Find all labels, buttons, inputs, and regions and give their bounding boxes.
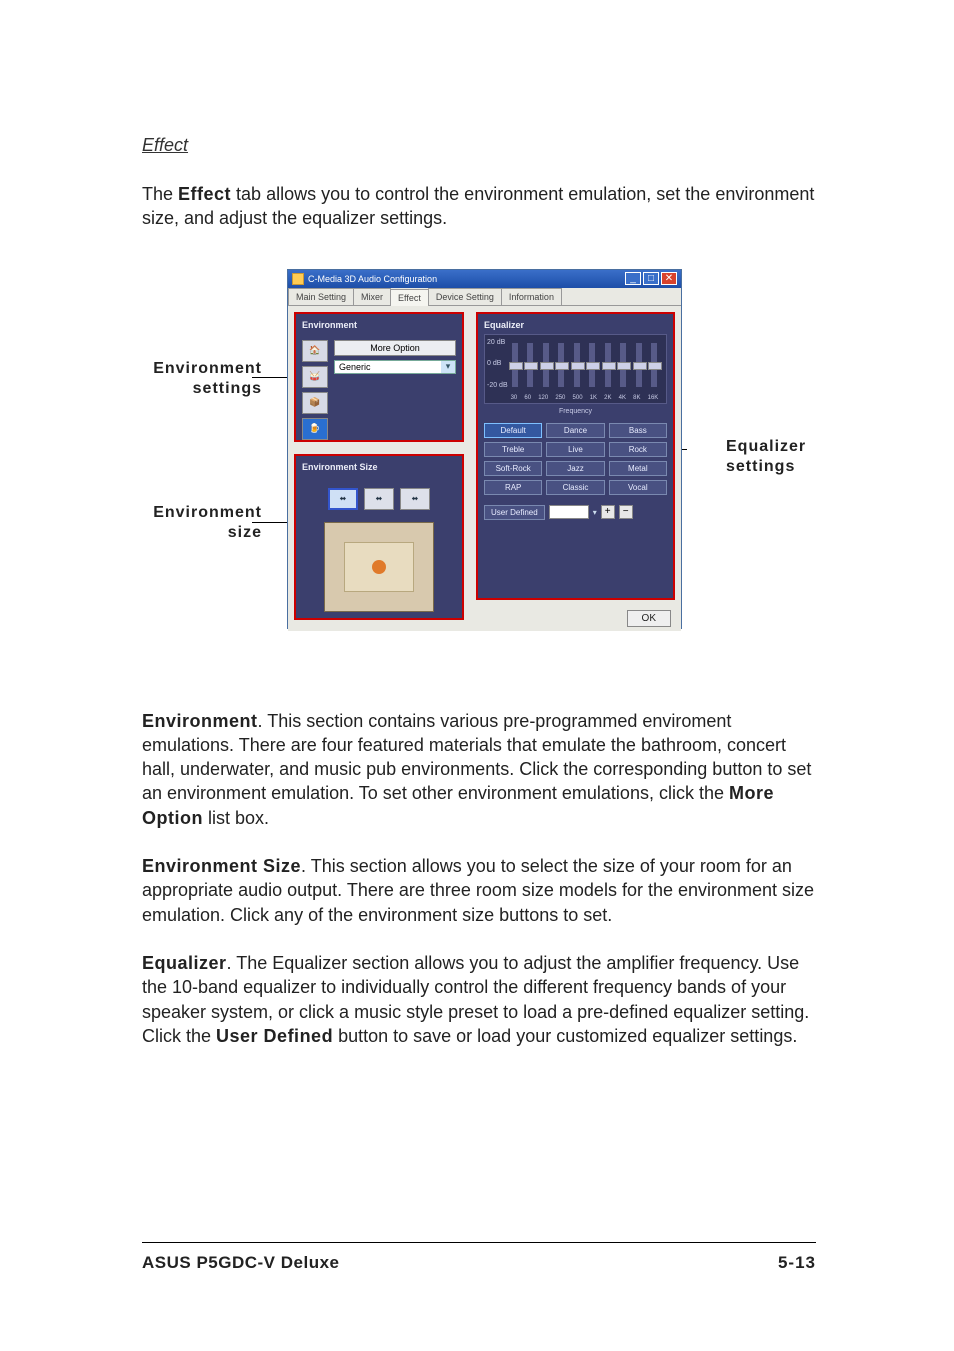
- environment-size-panel: Environment Size ⬌ ⬌ ⬌: [294, 454, 464, 620]
- environment-dropdown[interactable]: Generic ▾: [334, 360, 456, 374]
- preset-classic[interactable]: Classic: [546, 480, 604, 495]
- intro-suffix: tab allows you to control the environmen…: [142, 184, 814, 228]
- para-env-bold: Environment: [142, 711, 258, 731]
- eq-band-slider[interactable]: [558, 343, 564, 387]
- dropdown-value: Generic: [335, 361, 441, 373]
- env-size-small[interactable]: ⬌: [328, 488, 358, 510]
- minimize-button[interactable]: _: [625, 272, 641, 285]
- para-envsize-bold: Environment Size: [142, 856, 301, 876]
- maximize-button[interactable]: □: [643, 272, 659, 285]
- callout-env-size: Environmentsize: [142, 503, 262, 543]
- eq-band-slider[interactable]: [527, 343, 533, 387]
- equalizer-label: Equalizer: [484, 320, 667, 330]
- callout-eq-settings: Equalizersettings: [726, 437, 826, 477]
- para-env-text2: list box.: [203, 808, 269, 828]
- tab-information[interactable]: Information: [501, 288, 562, 305]
- preset-vocal[interactable]: Vocal: [609, 480, 667, 495]
- tab-main-setting[interactable]: Main Setting: [288, 288, 354, 305]
- leader-line: [252, 377, 292, 378]
- env-size-large[interactable]: ⬌: [400, 488, 430, 510]
- preset-treble[interactable]: Treble: [484, 442, 542, 457]
- chair-icon: [372, 560, 386, 574]
- window-title: C-Media 3D Audio Configuration: [308, 274, 437, 284]
- preset-bass[interactable]: Bass: [609, 423, 667, 438]
- room-preview: [324, 522, 434, 612]
- env-preset-bathroom[interactable]: 🏠: [302, 340, 328, 362]
- paragraph-equalizer: Equalizer. The Equalizer section allows …: [142, 951, 816, 1048]
- eq-band-slider[interactable]: [512, 343, 518, 387]
- eq-band-slider[interactable]: [651, 343, 657, 387]
- section-heading: Effect: [142, 135, 816, 156]
- eq-band-slider[interactable]: [543, 343, 549, 387]
- tab-effect[interactable]: Effect: [390, 289, 429, 306]
- tab-device-setting[interactable]: Device Setting: [428, 288, 502, 305]
- ok-button[interactable]: OK: [627, 610, 671, 627]
- eq-band-slider[interactable]: [589, 343, 595, 387]
- chevron-down-icon: ▾: [593, 508, 597, 517]
- preset-default[interactable]: Default: [484, 423, 542, 438]
- intro-prefix: The: [142, 184, 178, 204]
- preset-dance[interactable]: Dance: [546, 423, 604, 438]
- preset-rock[interactable]: Rock: [609, 442, 667, 457]
- leader-line: [252, 522, 292, 523]
- footer-page-number: 5-13: [778, 1253, 816, 1273]
- titlebar: C-Media 3D Audio Configuration _ □ ✕: [288, 270, 681, 288]
- eq-band-label: 250: [555, 395, 565, 401]
- preset-jazz[interactable]: Jazz: [546, 461, 604, 476]
- env-size-medium[interactable]: ⬌: [364, 488, 394, 510]
- user-defined-button[interactable]: User Defined: [484, 505, 545, 520]
- eq-band-label: 500: [573, 395, 583, 401]
- eq-y-20db: 20 dB: [487, 339, 508, 346]
- footer-product: ASUS P5GDC-V Deluxe: [142, 1253, 340, 1273]
- callout-env-settings: Environmentsettings: [142, 359, 262, 399]
- tab-mixer[interactable]: Mixer: [353, 288, 391, 305]
- eq-band-label: 4K: [619, 395, 626, 401]
- eq-band-label: 8K: [633, 395, 640, 401]
- eq-band-label: 2K: [604, 395, 611, 401]
- app-icon: [292, 273, 304, 285]
- equalizer-panel: Equalizer 20 dB 0 dB -20 dB: [476, 312, 675, 600]
- preset-soft-rock[interactable]: Soft-Rock: [484, 461, 542, 476]
- app-window: C-Media 3D Audio Configuration _ □ ✕ Mai…: [287, 269, 682, 629]
- eq-band-slider[interactable]: [574, 343, 580, 387]
- eq-y-0db: 0 dB: [487, 360, 508, 367]
- eq-xaxis-label: Frequency: [484, 408, 667, 415]
- eq-band-label: 120: [538, 395, 548, 401]
- eq-band-slider[interactable]: [636, 343, 642, 387]
- environment-label: Environment: [302, 320, 456, 330]
- more-option-button[interactable]: More Option: [334, 340, 456, 356]
- paragraph-env-size: Environment Size. This section allows yo…: [142, 854, 816, 927]
- page-footer: ASUS P5GDC-V Deluxe 5-13: [142, 1242, 816, 1273]
- preset-metal[interactable]: Metal: [609, 461, 667, 476]
- tab-strip: Main Setting Mixer Effect Device Setting…: [288, 288, 681, 306]
- intro-paragraph: The Effect tab allows you to control the…: [142, 182, 816, 231]
- env-size-label: Environment Size: [302, 462, 456, 472]
- para-eq-text2: button to save or load your customized e…: [333, 1026, 797, 1046]
- env-preset-pub[interactable]: 🍺: [302, 418, 328, 440]
- close-button[interactable]: ✕: [661, 272, 677, 285]
- preset-grid: Default Dance Bass Treble Live Rock Soft…: [484, 423, 667, 495]
- para-eq-bold2: User Defined: [216, 1026, 333, 1046]
- eq-band-slider[interactable]: [605, 343, 611, 387]
- eq-band-label: 60: [524, 395, 531, 401]
- eq-band-label: 30: [511, 395, 518, 401]
- add-preset-button[interactable]: +: [601, 505, 615, 519]
- intro-bold: Effect: [178, 184, 231, 204]
- env-preset-concert[interactable]: 🥁: [302, 366, 328, 388]
- paragraph-environment: Environment. This section contains vario…: [142, 709, 816, 830]
- eq-band-slider[interactable]: [620, 343, 626, 387]
- environment-panel: Environment 🏠 🥁 📦 🍺 More Option: [294, 312, 464, 442]
- eq-band-label: 1K: [590, 395, 597, 401]
- env-preset-underwater[interactable]: 📦: [302, 392, 328, 414]
- equalizer-graph[interactable]: 20 dB 0 dB -20 dB: [484, 334, 667, 404]
- preset-live[interactable]: Live: [546, 442, 604, 457]
- eq-y-n20db: -20 dB: [487, 382, 508, 389]
- chevron-down-icon: ▾: [441, 361, 455, 373]
- remove-preset-button[interactable]: −: [619, 505, 633, 519]
- eq-band-label: 16K: [648, 395, 659, 401]
- user-defined-select[interactable]: [549, 505, 589, 519]
- preset-rap[interactable]: RAP: [484, 480, 542, 495]
- para-eq-bold: Equalizer: [142, 953, 227, 973]
- diagram: Environmentsettings Environmentsize Equa…: [142, 269, 816, 649]
